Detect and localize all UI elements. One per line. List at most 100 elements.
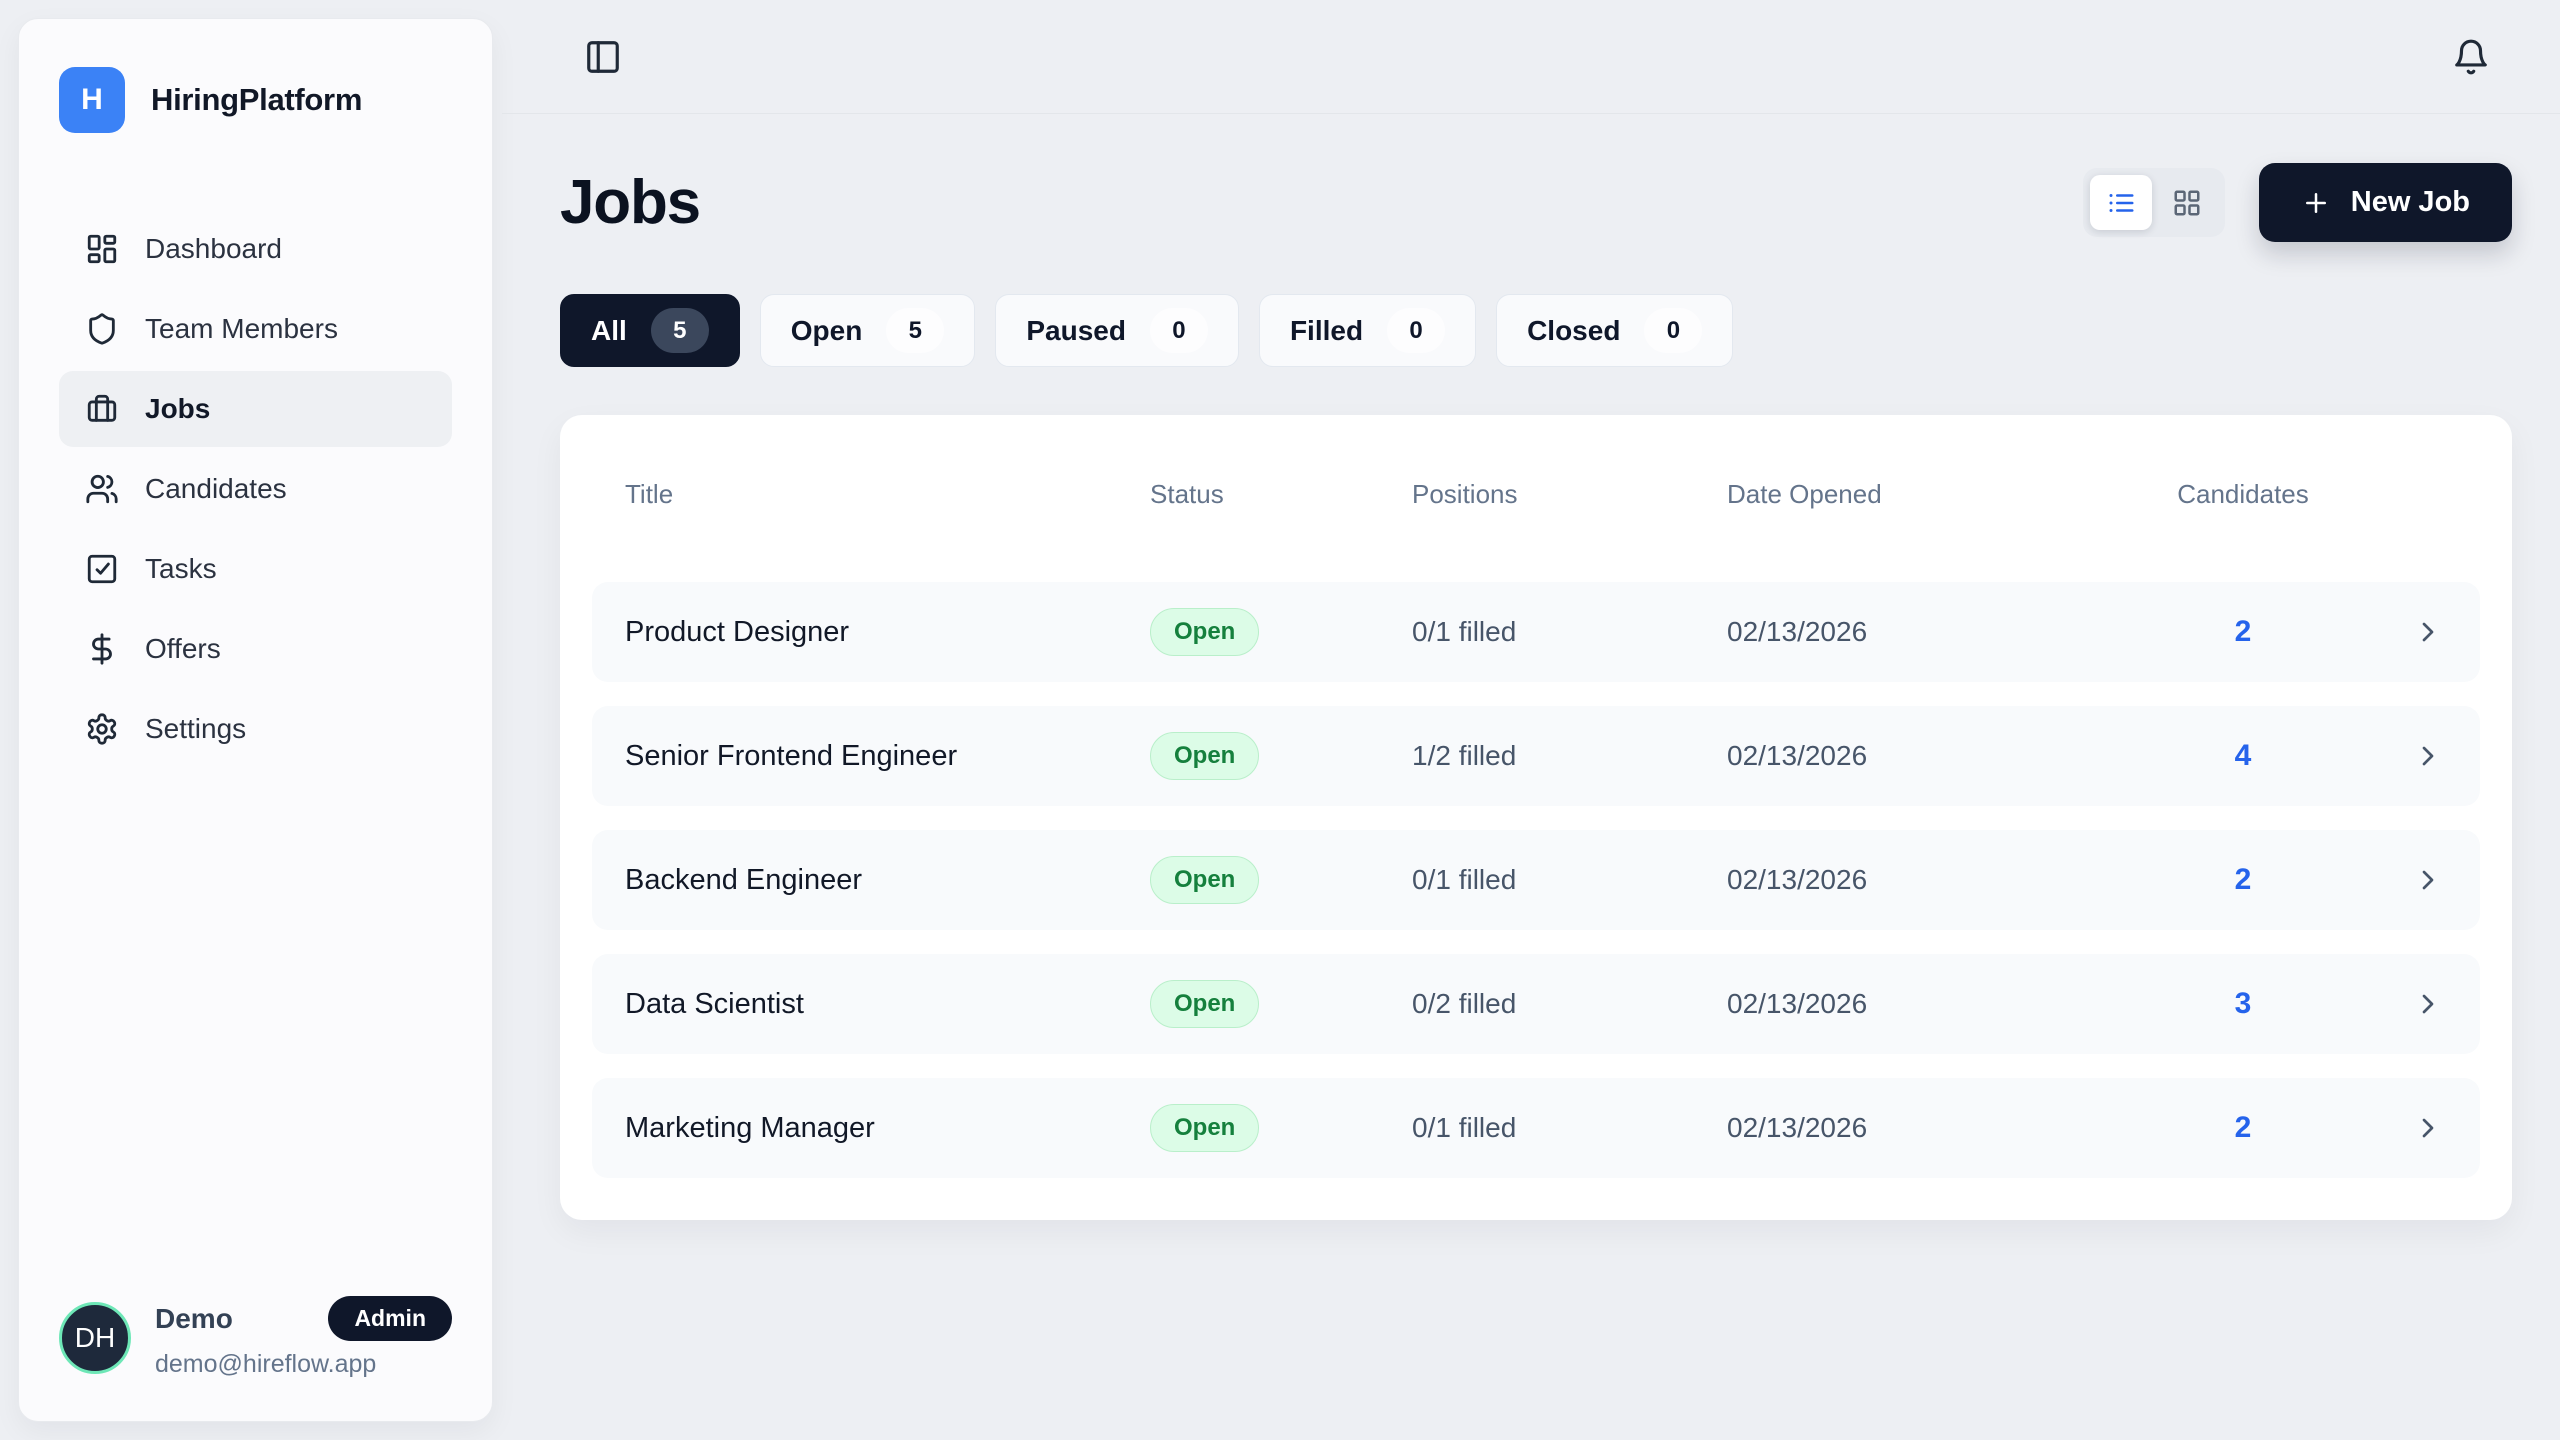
user-name: Demo xyxy=(155,1303,233,1335)
avatar: DH xyxy=(59,1302,131,1374)
positions-filled: 1/2 filled xyxy=(1412,740,1727,772)
gear-icon xyxy=(85,712,119,746)
table-row[interactable]: Product DesignerOpen 0/1 filled02/13/2026… xyxy=(592,582,2480,682)
filter-count-badge: 0 xyxy=(1150,308,1208,353)
sidebar-nav: Dashboard Team Members Jobs Candidates Tasks… xyxy=(59,211,452,771)
sidebar: H HiringPlatform Dashboard Team Members Jo… xyxy=(18,18,493,1422)
bell-icon xyxy=(2452,38,2490,76)
table-row[interactable]: Backend EngineerOpen0/1 filled02/13/2026… xyxy=(592,830,2480,930)
sidebar-item-team-members[interactable]: Team Members xyxy=(59,291,452,367)
column-header-candidates: Candidates xyxy=(2128,479,2358,510)
sidebar-item-label: Team Members xyxy=(145,313,338,345)
notifications-button[interactable] xyxy=(2452,38,2490,76)
filter-label: Open xyxy=(791,315,863,347)
user-info: Demo Admin demo@hireflow.app xyxy=(155,1296,452,1379)
app-logo-row: H HiringPlatform xyxy=(59,67,452,133)
candidates-count: 2 xyxy=(2128,615,2358,649)
sidebar-item-label: Dashboard xyxy=(145,233,282,265)
filter-label: Paused xyxy=(1026,315,1126,347)
filter-open[interactable]: Open 5 xyxy=(760,294,976,367)
dollar-icon xyxy=(85,632,119,666)
filter-label: Closed xyxy=(1527,315,1620,347)
grid-icon xyxy=(2172,188,2202,218)
status-badge: Open xyxy=(1150,1104,1259,1152)
candidates-count: 2 xyxy=(2128,863,2358,897)
chevron-right-icon[interactable] xyxy=(2412,864,2444,896)
sidebar-item-label: Jobs xyxy=(145,393,210,425)
date-opened: 02/13/2026 xyxy=(1727,1112,2128,1144)
list-icon xyxy=(2106,188,2136,218)
sidebar-item-label: Tasks xyxy=(145,553,217,585)
list-view-button[interactable] xyxy=(2090,175,2152,230)
table-row[interactable]: Data ScientistOpen 0/2 filled02/13/20263 xyxy=(592,954,2480,1054)
app-name: HiringPlatform xyxy=(151,82,362,118)
sidebar-item-offers[interactable]: Offers xyxy=(59,611,452,687)
status-badge: Open xyxy=(1150,608,1259,656)
job-title: Senior Frontend Engineer xyxy=(625,740,1150,773)
new-job-button[interactable]: New Job xyxy=(2259,163,2512,242)
sidebar-item-label: Candidates xyxy=(145,473,287,505)
positions-filled: 0/2 filled xyxy=(1412,988,1727,1020)
table-header: TitleStatusPositionsDate OpenedCandidate… xyxy=(592,479,2480,510)
filter-label: All xyxy=(591,315,627,347)
sidebar-item-dashboard[interactable]: Dashboard xyxy=(59,211,452,287)
topbar xyxy=(502,0,2560,114)
users-icon xyxy=(85,472,119,506)
table-row[interactable]: Marketing ManagerOpen0/1 filled02/13/202… xyxy=(592,1078,2480,1178)
sidebar-toggle-button[interactable] xyxy=(584,38,622,76)
sidebar-item-settings[interactable]: Settings xyxy=(59,691,452,767)
grid-view-button[interactable] xyxy=(2156,175,2218,230)
chevron-right-icon[interactable] xyxy=(2412,616,2444,648)
chevron-right-icon[interactable] xyxy=(2412,740,2444,772)
column-header-date-opened: Date Opened xyxy=(1727,479,2128,510)
briefcase-icon xyxy=(85,392,119,426)
chevron-right-icon[interactable] xyxy=(2412,988,2444,1020)
candidates-count: 3 xyxy=(2128,987,2358,1021)
main-area: Jobs New Job All5Open5Paused0Filled0Clos… xyxy=(502,0,2560,1440)
date-opened: 02/13/2026 xyxy=(1727,864,2128,896)
positions-filled: 0/1 filled xyxy=(1412,864,1727,896)
job-title: Marketing Manager xyxy=(625,1112,1150,1145)
sidebar-item-label: Settings xyxy=(145,713,246,745)
page-title: Jobs xyxy=(560,167,700,238)
filter-filled[interactable]: Filled 0 xyxy=(1259,294,1476,367)
filter-count-badge: 0 xyxy=(1644,308,1702,353)
app-logo-icon: H xyxy=(59,67,125,133)
status-badge: Open xyxy=(1150,980,1259,1028)
sidebar-item-candidates[interactable]: Candidates xyxy=(59,451,452,527)
status-badge: Open xyxy=(1150,732,1259,780)
plus-icon xyxy=(2301,188,2331,218)
filter-label: Filled xyxy=(1290,315,1363,347)
chevron-right-icon[interactable] xyxy=(2412,1112,2444,1144)
date-opened: 02/13/2026 xyxy=(1727,616,2128,648)
sidebar-item-label: Offers xyxy=(145,633,221,665)
dashboard-icon xyxy=(85,232,119,266)
filter-count-badge: 5 xyxy=(886,308,944,353)
table-row[interactable]: Senior Frontend EngineerOpen 1/2 filled02… xyxy=(592,706,2480,806)
user-email: demo@hireflow.app xyxy=(155,1350,452,1379)
jobs-table-card: TitleStatusPositionsDate OpenedCandidate… xyxy=(560,415,2512,1220)
date-opened: 02/13/2026 xyxy=(1727,740,2128,772)
column-header-status: Status xyxy=(1150,479,1412,510)
sidebar-item-tasks[interactable]: Tasks xyxy=(59,531,452,607)
column-header-positions: Positions xyxy=(1412,479,1727,510)
sidebar-item-jobs[interactable]: Jobs xyxy=(59,371,452,447)
user-role-badge: Admin xyxy=(328,1296,452,1341)
job-title: Data Scientist xyxy=(625,988,1150,1021)
filter-count-badge: 0 xyxy=(1387,308,1445,353)
panel-left-icon xyxy=(584,38,622,76)
job-title: Product Designer xyxy=(625,616,1150,649)
new-job-label: New Job xyxy=(2351,186,2470,219)
filter-closed[interactable]: Closed 0 xyxy=(1496,294,1733,367)
candidates-count: 4 xyxy=(2128,739,2358,773)
check-square-icon xyxy=(85,552,119,586)
page-head: Jobs New Job xyxy=(560,163,2512,242)
positions-filled: 0/1 filled xyxy=(1412,616,1727,648)
status-filters: All5 Open 5 Paused 0 Filled 0 Closed 0 xyxy=(560,294,2512,367)
filter-all[interactable]: All5 xyxy=(560,294,740,367)
column-header-title: Title xyxy=(625,479,1150,510)
date-opened: 02/13/2026 xyxy=(1727,988,2128,1020)
filter-paused[interactable]: Paused 0 xyxy=(995,294,1239,367)
candidates-count: 2 xyxy=(2128,1111,2358,1145)
sidebar-user[interactable]: DH Demo Admin demo@hireflow.app xyxy=(59,1296,452,1379)
